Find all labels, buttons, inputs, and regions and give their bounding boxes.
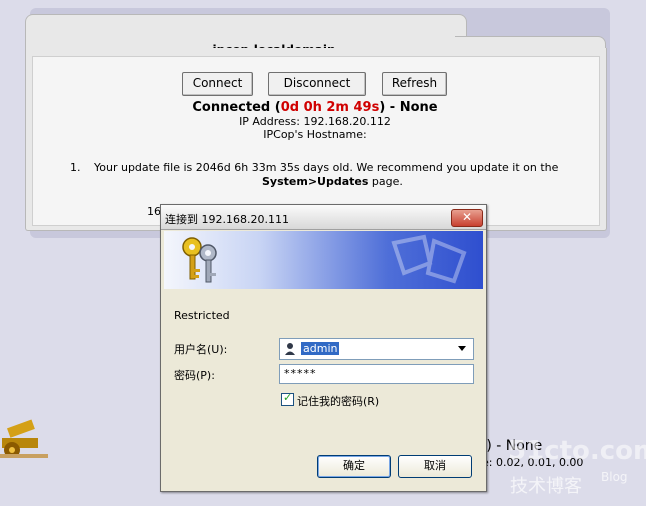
keys-icon — [182, 237, 217, 283]
cannon-icon — [0, 419, 48, 458]
close-button[interactable]: ✕ — [451, 209, 483, 227]
connect-button[interactable]: Connect — [182, 72, 253, 96]
auth-realm: Restricted — [174, 309, 230, 322]
updates-link[interactable]: Updates — [317, 175, 368, 188]
ip-address: IP Address: 192.168.20.112 — [239, 115, 391, 128]
link-separator: > — [307, 175, 318, 188]
watermark-blog: Blog — [601, 470, 628, 484]
banner-decoration-icon — [391, 234, 467, 284]
notice-tail: page. — [368, 175, 403, 188]
ok-button[interactable]: 确定 — [317, 455, 391, 478]
password-input[interactable]: ***** — [279, 364, 474, 384]
notice-number: 1. — [70, 161, 81, 174]
status-prefix: Connected ( — [192, 100, 281, 115]
username-value: admin — [301, 342, 340, 355]
notice-text: Your update file is 2046d 6h 33m 35s day… — [94, 161, 559, 174]
status-uptime: 0d 0h 2m 49s — [280, 100, 380, 115]
dialog-banner — [164, 231, 483, 289]
hidden-text-fragment: 16 — [147, 205, 161, 218]
dialog-title: 连接到 192.168.20.111 — [165, 213, 289, 226]
chevron-down-icon[interactable] — [458, 346, 466, 351]
notice-link-line: System>Updates page. — [262, 175, 403, 189]
system-link[interactable]: System — [262, 175, 308, 188]
connection-status: Connected (0d 0h 2m 49s) - None — [0, 100, 630, 115]
username-combobox[interactable]: admin — [279, 338, 474, 360]
disconnect-button[interactable]: Disconnect — [268, 72, 366, 96]
remember-password-label[interactable]: 记住我的密码(R) — [297, 393, 379, 409]
password-label: 密码(P): — [174, 369, 215, 382]
cancel-button[interactable]: 取消 — [398, 455, 472, 478]
close-icon: ✕ — [461, 210, 473, 224]
user-icon — [285, 343, 295, 355]
status-suffix: ) - None — [379, 100, 438, 115]
checkmark-icon: ✓ — [283, 391, 293, 404]
hostname-label: IPCop's Hostname: — [263, 128, 367, 141]
watermark-cn: 技术博客 — [510, 476, 582, 497]
username-label: 用户名(U): — [174, 343, 228, 356]
refresh-button[interactable]: Refresh — [382, 72, 447, 96]
remember-password-checkbox[interactable]: ✓ — [281, 391, 294, 406]
watermark: 51cto.com — [508, 436, 646, 466]
login-dialog: 连接到 192.168.20.111 ✕ Restricted 用户名(U): … — [160, 204, 487, 492]
password-value: ***** — [284, 367, 317, 380]
dialog-titlebar[interactable]: 连接到 192.168.20.111 ✕ — [161, 205, 486, 230]
